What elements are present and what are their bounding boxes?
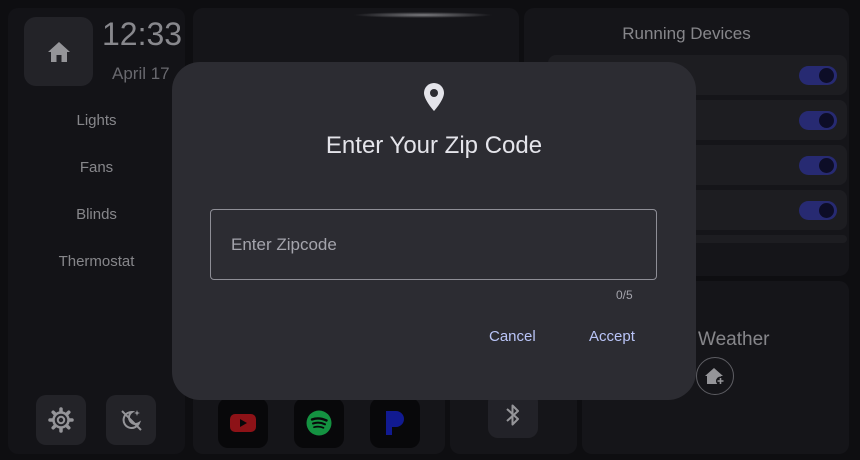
dialog-title: Enter Your Zip Code: [325, 132, 543, 159]
accept-button[interactable]: Accept: [581, 324, 643, 349]
zip-code-input[interactable]: [210, 209, 657, 280]
location-pin-icon: [424, 83, 444, 111]
zip-code-dialog: Enter Your Zip Code 0/5 Cancel Accept: [172, 62, 696, 400]
character-counter: 0/5: [616, 288, 633, 302]
cancel-button[interactable]: Cancel: [481, 324, 544, 349]
